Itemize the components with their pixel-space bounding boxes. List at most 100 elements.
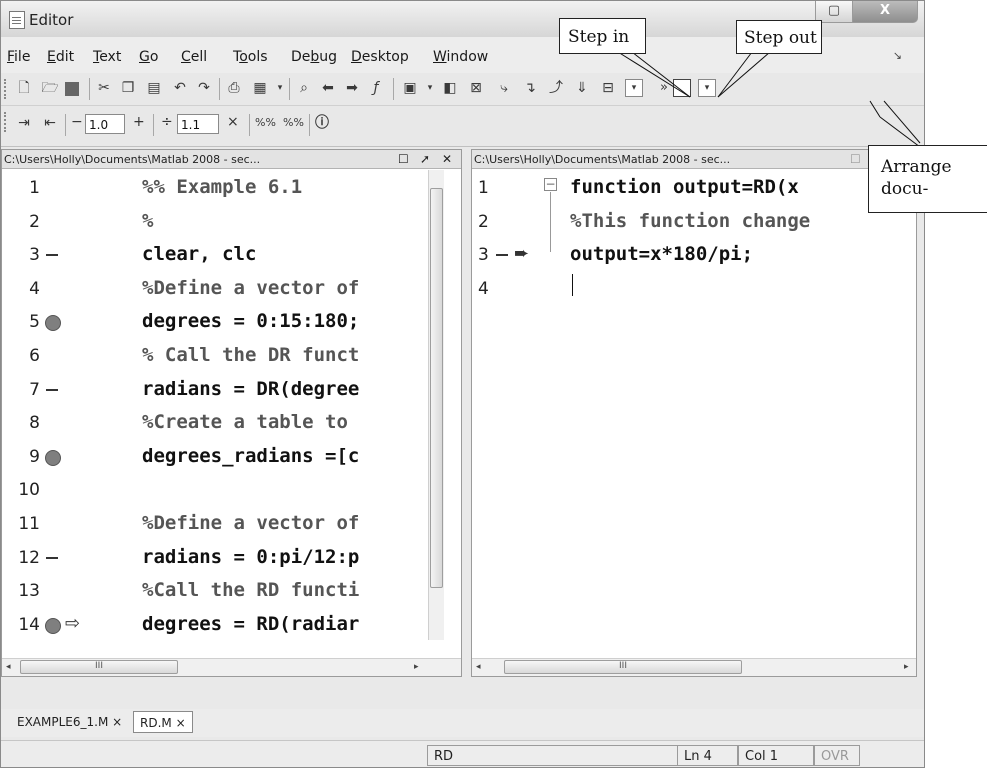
close-button[interactable]: X — [852, 1, 918, 23]
code-text: output=x*180/pi; — [570, 243, 754, 266]
left-vertical-scrollbar[interactable] — [428, 170, 444, 640]
forward-icon[interactable]: ➡ — [343, 79, 361, 97]
code-line[interactable]: 2% — [2, 204, 428, 238]
tab-example6-1[interactable]: EXAMPLE6_1.M × — [11, 711, 128, 733]
menu-overflow-icon[interactable]: ↘ — [893, 49, 902, 62]
code-line[interactable]: 10 — [2, 472, 428, 506]
menu-window[interactable]: Window — [433, 49, 488, 65]
menu-desktop[interactable]: Desktop — [351, 49, 409, 65]
divide-value-input[interactable]: 1.1 — [177, 114, 219, 134]
cut-icon[interactable]: ✂ — [95, 79, 113, 97]
menu-file[interactable]: File — [7, 49, 30, 65]
step-icon[interactable]: ⤷ — [495, 79, 513, 97]
redo-icon[interactable]: ↷ — [195, 79, 213, 97]
code-line[interactable]: 14 ⇨ degrees = RD(radiar — [2, 607, 428, 641]
set-breakpoint-icon[interactable]: ◧ — [441, 79, 459, 97]
left-hscroll-left-icon[interactable]: ◂ — [6, 660, 11, 674]
exit-debug-icon[interactable]: ⊟ — [599, 79, 617, 97]
code-line[interactable]: 1 %% Example 6.1 — [2, 170, 428, 204]
menu-cell[interactable]: Cell — [181, 49, 207, 65]
breakpoint-icon[interactable] — [45, 449, 61, 466]
left-pane-undock-icon[interactable]: ➚ — [420, 150, 430, 169]
save-icon[interactable] — [65, 82, 79, 96]
copy-icon[interactable]: ❐ — [119, 79, 137, 97]
debug-dropdown-icon[interactable]: ▾ — [625, 79, 643, 97]
left-hscroll-right-icon[interactable]: ▸ — [414, 660, 419, 674]
code-line[interactable]: 11 %Define a vector of — [2, 506, 428, 540]
close-tab-icon[interactable]: × — [176, 716, 186, 730]
clear-breakpoints-icon[interactable]: ⊠ — [467, 79, 485, 97]
left-code-area[interactable]: 1 %% Example 6.1 2% 3 clear, clc 4 %Define a v… — [2, 170, 428, 640]
code-line[interactable]: 9 degrees_radians =[c — [2, 439, 428, 473]
menu-text[interactable]: Text — [93, 49, 121, 65]
open-file-icon[interactable]: 🗁 — [41, 79, 59, 97]
arrange-documents-icon[interactable] — [673, 79, 691, 97]
function-browser-icon[interactable]: ƒ — [367, 79, 385, 97]
breakpoint-icon[interactable] — [45, 315, 61, 332]
cell-info-icon[interactable]: ⓘ — [313, 114, 331, 132]
executable-line-marker[interactable] — [46, 556, 58, 559]
menu-edit[interactable]: Edit — [47, 49, 74, 65]
step-in-icon[interactable]: ↴ — [521, 79, 539, 97]
code-line[interactable]: 5 degrees = 0:15:180; — [2, 304, 428, 338]
new-file-icon[interactable]: 🗋 — [15, 79, 33, 97]
code-line[interactable]: 6 % Call the DR funct — [2, 338, 428, 372]
continue-icon[interactable]: ⇓ — [573, 79, 591, 97]
publish-icon[interactable]: ▦ — [251, 79, 269, 97]
left-hscroll-thumb[interactable]: III — [20, 660, 178, 674]
comment-percent-icon[interactable]: %% — [255, 114, 276, 132]
left-pane-close-icon[interactable]: ✕ — [442, 150, 452, 169]
left-vscroll-thumb[interactable] — [430, 188, 443, 588]
find-icon[interactable]: ⌕ — [295, 79, 313, 97]
menu-debug[interactable]: Debug — [291, 49, 337, 65]
code-text: %Call the RD functi — [142, 579, 360, 602]
arrange-dropdown-icon[interactable]: ▾ — [698, 79, 716, 97]
tab-rd[interactable]: RD.M × — [133, 711, 193, 733]
code-fold-icon[interactable]: − — [544, 178, 557, 191]
code-line[interactable]: 8 %Create a table to — [2, 405, 428, 439]
decrement-button[interactable]: − — [71, 114, 83, 130]
menu-tools[interactable]: Tools — [233, 49, 268, 65]
code-line[interactable]: 13 %Call the RD functi — [2, 573, 428, 607]
left-pane-maximize-icon[interactable]: ☐ — [398, 150, 409, 169]
print-icon[interactable]: ⎙ — [225, 79, 243, 97]
remove-cell-icon[interactable]: ⇤ — [41, 114, 59, 132]
uncomment-percent-icon[interactable]: %% — [283, 114, 304, 132]
code-line[interactable]: 4 — [472, 271, 916, 305]
code-text: % Call the DR funct — [142, 344, 360, 366]
increment-button[interactable]: + — [133, 114, 145, 130]
executable-line-marker[interactable] — [46, 388, 58, 391]
insert-cell-icon[interactable]: ⇥ — [15, 114, 33, 132]
right-hscroll-left-icon[interactable]: ◂ — [476, 660, 481, 674]
stack-icon[interactable]: ▣ — [401, 79, 419, 97]
executable-line-marker[interactable] — [496, 254, 508, 257]
executable-line-marker[interactable] — [46, 254, 58, 257]
paste-icon[interactable]: ▤ — [145, 79, 163, 97]
right-hscroll-thumb[interactable]: III — [504, 660, 742, 674]
back-icon[interactable]: ⬅ — [319, 79, 337, 97]
right-horizontal-scrollbar[interactable]: ◂ III ▸ — [472, 658, 916, 676]
right-code-area[interactable]: 1 − function output=RD(x 2 %This function ch… — [472, 170, 916, 640]
step-out-icon[interactable]: ⤴ — [547, 79, 565, 97]
multiply-button[interactable]: × — [227, 114, 239, 130]
close-tab-icon[interactable]: × — [112, 715, 122, 729]
undo-icon[interactable]: ↶ — [171, 79, 189, 97]
right-pane-maximize-icon[interactable]: ☐ — [850, 150, 861, 169]
code-line[interactable]: 1 − function output=RD(x — [472, 170, 916, 204]
left-horizontal-scrollbar[interactable]: ◂ III ▸ — [2, 658, 461, 676]
code-line[interactable]: 3 clear, clc — [2, 237, 428, 271]
code-line[interactable]: 12 radians = 0:pi/12:p — [2, 540, 428, 574]
right-hscroll-right-icon[interactable]: ▸ — [904, 660, 909, 674]
publish-dropdown-icon[interactable]: ▾ — [271, 79, 289, 97]
code-line[interactable]: 3 ➨ output=x*180/pi; — [472, 237, 916, 271]
code-line[interactable]: 4 %Define a vector of — [2, 271, 428, 305]
increment-value-input[interactable]: 1.0 — [85, 114, 125, 134]
code-line[interactable]: 2 %This function change — [472, 204, 916, 238]
stack-dropdown-icon[interactable]: ▾ — [421, 79, 439, 97]
breakpoint-icon[interactable] — [45, 617, 61, 634]
divide-button[interactable]: ÷ — [161, 114, 173, 130]
menu-go[interactable]: Go — [139, 49, 158, 65]
toolbar-overflow-icon[interactable]: » — [655, 79, 673, 97]
code-line[interactable]: 7 radians = DR(degree — [2, 372, 428, 406]
code-text: %This function change — [570, 209, 811, 232]
